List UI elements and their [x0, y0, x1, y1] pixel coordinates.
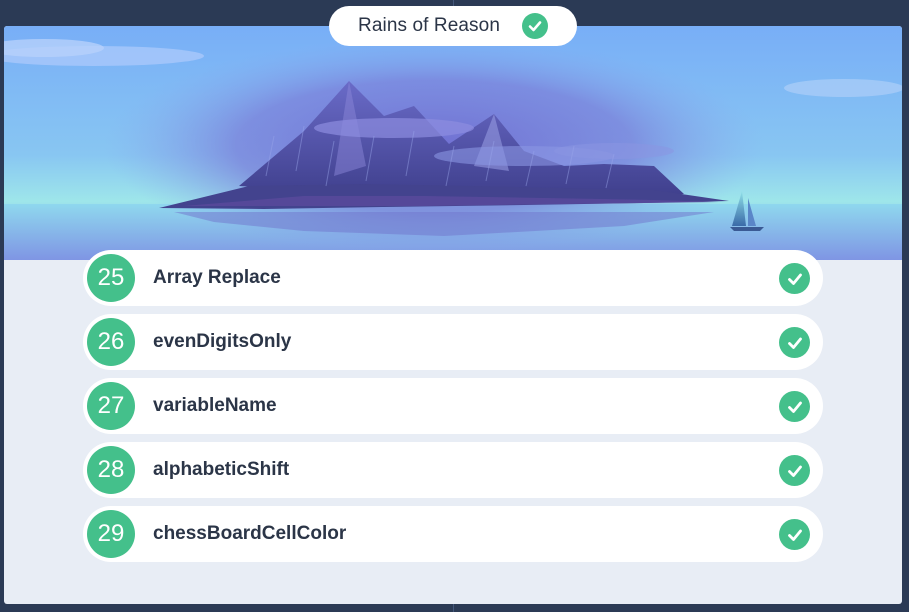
- level-number-badge: 29: [87, 510, 135, 558]
- level-number-badge: 28: [87, 446, 135, 494]
- level-list: 25 Array Replace 26 evenDigitsOnly 27 va…: [83, 250, 823, 570]
- check-circle-icon: [521, 13, 548, 39]
- level-name: Array Replace: [153, 267, 281, 288]
- level-number-badge: 26: [87, 318, 135, 366]
- bottom-connector-line: [453, 604, 454, 612]
- check-circle-icon: [779, 263, 810, 294]
- chapter-banner-illustration: [4, 26, 902, 260]
- chapter-title: Rains of Reason: [358, 15, 500, 36]
- level-row[interactable]: 26 evenDigitsOnly: [83, 314, 823, 370]
- level-number-badge: 25: [87, 254, 135, 302]
- level-number-badge: 27: [87, 382, 135, 430]
- level-row[interactable]: 27 variableName: [83, 378, 823, 434]
- check-circle-icon: [779, 455, 810, 486]
- level-name: alphabeticShift: [153, 459, 290, 480]
- level-row[interactable]: 25 Array Replace: [83, 250, 823, 306]
- check-circle-icon: [779, 391, 810, 422]
- chapter-title-pill[interactable]: Rains of Reason: [329, 6, 577, 46]
- level-name: chessBoardCellColor: [153, 523, 347, 544]
- check-circle-icon: [779, 519, 810, 550]
- level-row[interactable]: 29 chessBoardCellColor: [83, 506, 823, 562]
- level-name: variableName: [153, 395, 277, 416]
- level-row[interactable]: 28 alphabeticShift: [83, 442, 823, 498]
- level-name: evenDigitsOnly: [153, 331, 292, 352]
- app-stage: Rains of Reason 25 Array Replace 26 even…: [0, 0, 909, 612]
- check-circle-icon: [779, 327, 810, 358]
